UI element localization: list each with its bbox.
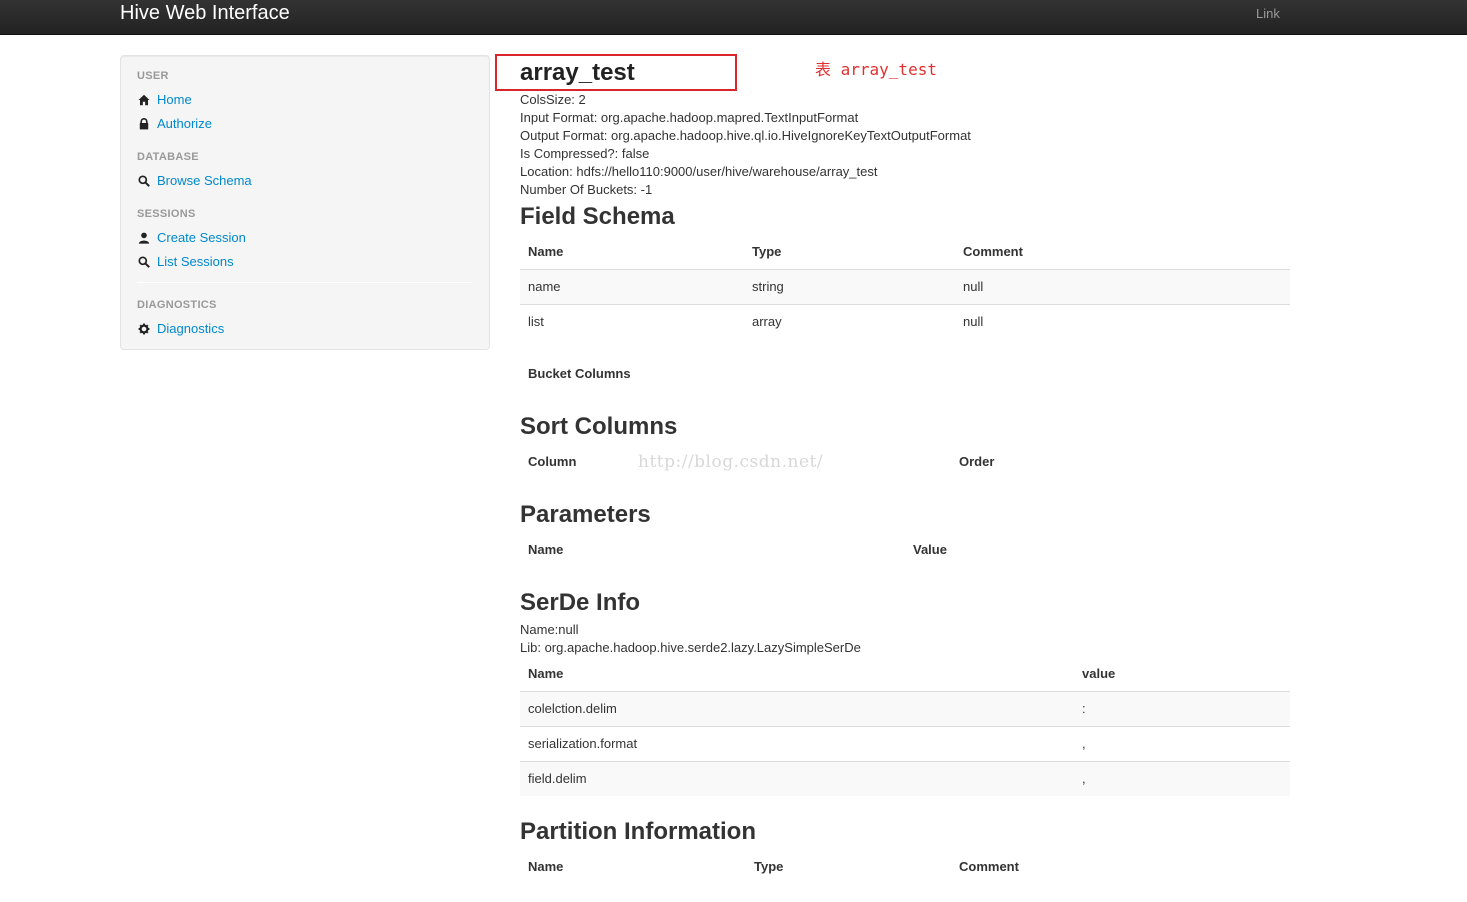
sidebar-item-list-sessions[interactable]: List Sessions — [137, 253, 234, 271]
sidebar-item-label: Diagnostics — [157, 321, 225, 336]
sidebar-item-label: Create Session — [157, 230, 246, 245]
partition-header-type: Type — [754, 859, 784, 874]
cell-name: colelction.delim — [528, 701, 617, 716]
sort-columns-header-order: Order — [959, 454, 995, 469]
sidebar-item-diagnostics[interactable]: Diagnostics — [137, 320, 224, 338]
annotation-label: 表 array_test — [815, 60, 937, 79]
cell-name: list — [528, 314, 544, 329]
cell-type: string — [752, 279, 784, 294]
serde-lib-line: Lib: org.apache.hadoop.hive.serde2.lazy.… — [520, 640, 861, 655]
partition-header-comment: Comment — [959, 859, 1019, 874]
serde-header-name: Name — [528, 666, 564, 681]
section-title-sort-columns: Sort Columns — [520, 413, 678, 440]
search-icon — [137, 255, 151, 269]
home-icon — [137, 93, 151, 107]
gear-icon — [137, 322, 151, 336]
parameters-header-value: Value — [913, 542, 947, 557]
cell-type: array — [752, 314, 782, 329]
field-schema-header-name: Name — [528, 244, 564, 259]
field-schema-header-comment: Comment — [963, 244, 1023, 259]
info-output-format: Output Format: org.apache.hadoop.hive.ql… — [520, 128, 971, 143]
nav-divider — [137, 282, 472, 283]
sidebar-item-label: Home — [157, 92, 192, 107]
cell-value: , — [1082, 771, 1086, 786]
top-navbar: Hive Web Interface Link — [0, 0, 1467, 35]
parameters-header-name: Name — [528, 542, 564, 557]
sidebar-item-label: List Sessions — [157, 254, 234, 269]
section-title-parameters: Parameters — [520, 501, 651, 528]
field-schema-header-type: Type — [752, 244, 782, 259]
page-title: array_test — [520, 59, 635, 86]
cell-comment: null — [963, 279, 984, 294]
sidebar-item-label: Authorize — [157, 116, 212, 131]
cell-name: serialization.format — [528, 736, 638, 751]
navbar-link[interactable]: Link — [1256, 6, 1280, 22]
section-title-serde-info: SerDe Info — [520, 589, 641, 616]
section-title-partition-information: Partition Information — [520, 818, 756, 845]
info-input-format: Input Format: org.apache.hadoop.mapred.T… — [520, 110, 859, 125]
info-is-compressed: Is Compressed?: false — [520, 146, 650, 161]
table-row: name string null — [520, 269, 1290, 304]
sidebar-item-label: Browse Schema — [157, 173, 252, 188]
sidebar-item-home[interactable]: Home — [137, 91, 192, 109]
sidebar: USER Home Authorize DATABASE Browse Sche… — [120, 55, 490, 350]
table-row: serialization.format , — [520, 726, 1290, 761]
nav-header-user: USER — [137, 70, 169, 82]
cell-value: : — [1082, 701, 1086, 716]
cell-comment: null — [963, 314, 984, 329]
nav-header-database: DATABASE — [137, 151, 199, 163]
info-cols-size: ColsSize: 2 — [520, 92, 586, 107]
sort-columns-header-column: Column — [528, 454, 577, 469]
section-title-field-schema: Field Schema — [520, 203, 675, 230]
watermark-text: http://blog.csdn.net/ — [638, 452, 824, 472]
cell-name: name — [528, 279, 561, 294]
info-number-of-buckets: Number Of Buckets: -1 — [520, 182, 653, 197]
nav-header-diagnostics: DIAGNOSTICS — [137, 299, 217, 311]
info-location: Location: hdfs://hello110:9000/user/hive… — [520, 164, 878, 179]
table-row: list array null — [520, 304, 1290, 339]
serde-header-value: value — [1082, 666, 1116, 681]
brand-title[interactable]: Hive Web Interface — [120, 1, 290, 25]
search-icon — [137, 174, 151, 188]
nav-header-sessions: SESSIONS — [137, 208, 196, 220]
serde-name-line: Name:null — [520, 622, 579, 637]
user-icon — [137, 231, 151, 245]
bucket-columns-header: Bucket Columns — [528, 366, 631, 381]
partition-header-name: Name — [528, 859, 564, 874]
table-row: field.delim , — [520, 761, 1290, 796]
sidebar-item-create-session[interactable]: Create Session — [137, 229, 246, 247]
cell-name: field.delim — [528, 771, 587, 786]
table-row: colelction.delim : — [520, 691, 1290, 726]
sidebar-item-authorize[interactable]: Authorize — [137, 115, 212, 133]
cell-value: , — [1082, 736, 1086, 751]
sidebar-item-browse-schema[interactable]: Browse Schema — [137, 172, 252, 190]
lock-icon — [137, 117, 151, 131]
